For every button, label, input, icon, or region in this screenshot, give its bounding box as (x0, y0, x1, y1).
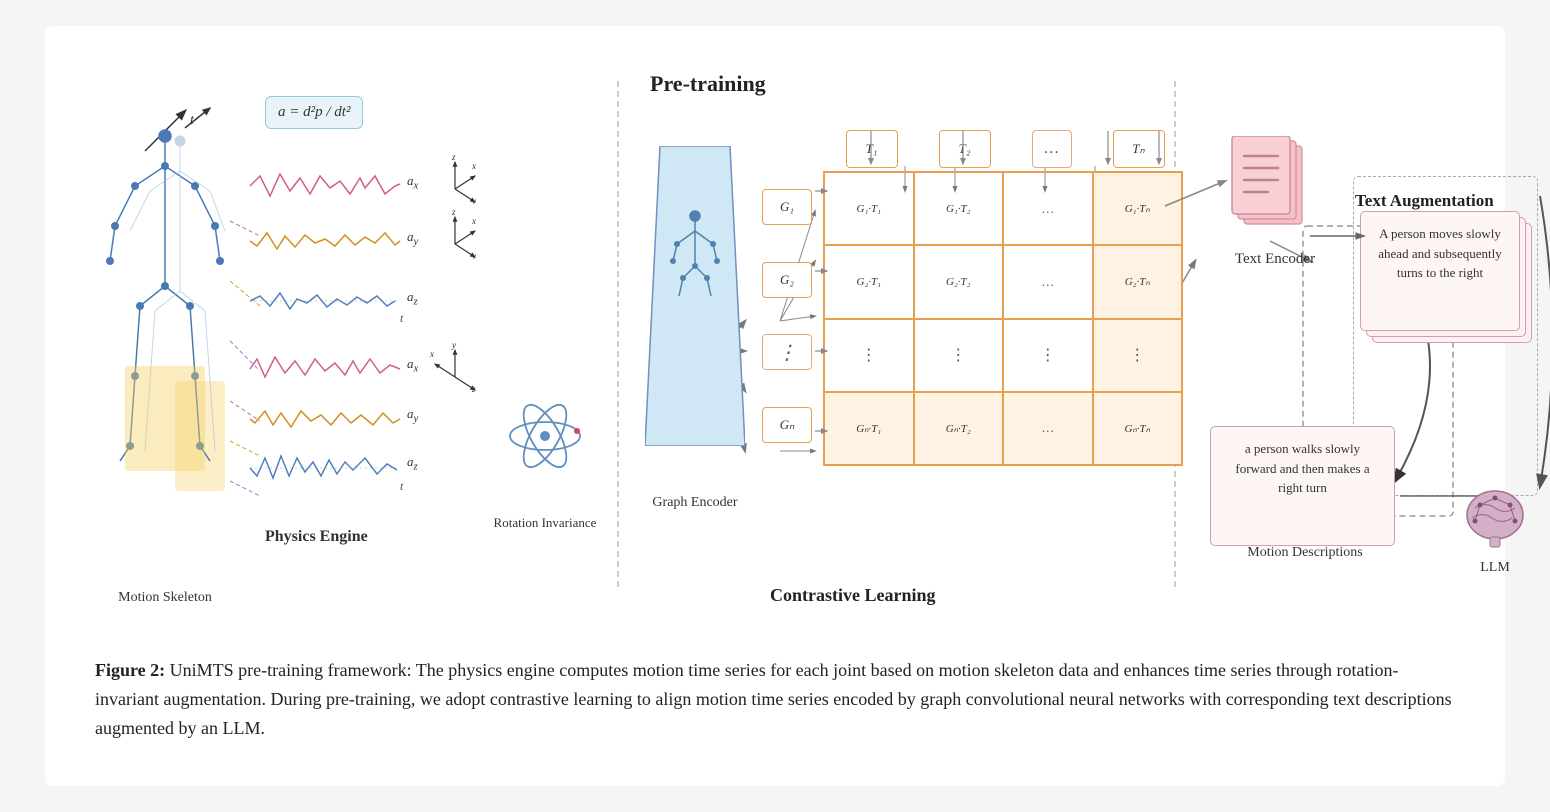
cell-nd: … (1003, 392, 1093, 465)
contrastive-learning-label: Contrastive Learning (770, 585, 936, 606)
cell-12: G₁·T₂ (914, 172, 1004, 245)
wave-ax1 (245, 166, 405, 206)
llm-area: LLM (1450, 483, 1540, 576)
motion-skeleton-label: Motion Skeleton (100, 590, 230, 606)
rotation-invariance-label: Rotation Invariance (475, 515, 615, 531)
page-container: t Motion Skeleton a = d²p / dt² (45, 26, 1505, 786)
physics-waves-area: a = d²p / dt² ax z x y (245, 86, 485, 556)
diagram-area: t Motion Skeleton a = d²p / dt² (85, 56, 1465, 636)
wave-ay2 (245, 401, 405, 436)
cell-11: G₁·T₁ (824, 172, 914, 245)
caption-text: UniMTS pre-training framework: The physi… (95, 660, 1452, 738)
axis-xyz-3: y x z (430, 342, 480, 392)
graph-encoder-area: Graph Encoder (645, 146, 745, 486)
encoder-to-desc-arrow (1305, 211, 1375, 261)
svg-text:x: x (430, 349, 434, 359)
cell-dn: ⋮ (1093, 319, 1183, 392)
caption-label: Figure 2: (95, 660, 165, 680)
augmentation-curve-arrow (1530, 186, 1550, 496)
svg-text:y: y (471, 196, 476, 204)
svg-text:z: z (451, 154, 456, 162)
middle-section: Pre-training (640, 56, 1200, 616)
cell-n2: Gₙ·T₂ (914, 392, 1004, 465)
brain-icon (1460, 483, 1530, 553)
wave-az2 (245, 448, 405, 488)
rotation-invariance-area: Rotation Invariance (485, 396, 605, 526)
cell-22: G₂·T₂ (914, 245, 1004, 318)
doc-stack-icon (1230, 136, 1315, 241)
svg-text:x: x (471, 161, 476, 171)
svg-text:y: y (471, 251, 476, 259)
motion-descriptions-label: Motion Descriptions (1205, 545, 1405, 561)
llm-label: LLM (1450, 560, 1540, 576)
svg-text:y: y (451, 342, 456, 350)
skeleton-inside-encoder (665, 206, 725, 306)
caption-area: Figure 2: UniMTS pre-training framework:… (85, 656, 1465, 742)
matrix-to-encoder-arrow (1160, 156, 1240, 236)
cell-d1: ⋮ (824, 319, 914, 392)
wave-az1 (245, 281, 405, 321)
axis-xyz-1: z x y (430, 154, 480, 204)
svg-text:x: x (471, 216, 476, 226)
g-to-matrix-arrows (755, 156, 835, 466)
formula-box: a = d²p / dt² (265, 96, 363, 129)
cell-2n: G₂·Tₙ (1093, 245, 1183, 318)
wave-ax2 (245, 351, 405, 386)
t-to-matrix-arrows (823, 126, 1183, 176)
matrix-grid: G₁·T₁ G₁·T₂ … G₁·Tₙ G₂·T₁ G₂·T₂ … G₂·Tₙ … (823, 171, 1183, 466)
svg-text:z: z (451, 209, 456, 217)
text-desc-bottom: a person walks slowly forward and then m… (1210, 426, 1395, 546)
cell-dd: ⋮ (1003, 319, 1093, 392)
axis-xyz-2: z x y (430, 209, 480, 259)
text-desc-top-stack: A person moves slowly ahead and subseque… (1360, 211, 1530, 371)
cell-21: G₂·T₁ (824, 245, 914, 318)
cell-d2: ⋮ (914, 319, 1004, 392)
text-augmentation-label: Text Augmentation (1355, 191, 1494, 211)
atom-icon (505, 396, 585, 476)
skeleton-svg: t (95, 86, 235, 526)
svg-text:z: z (471, 384, 476, 392)
left-physics-section: t Motion Skeleton a = d²p / dt² (85, 56, 615, 616)
graph-encoder-label: Graph Encoder (645, 495, 745, 511)
cell-2d: … (1003, 245, 1093, 318)
cell-n1: Gₙ·T₁ (824, 392, 914, 465)
wave-ay1 (245, 221, 405, 261)
cell-nn: Gₙ·Tₙ (1093, 392, 1183, 465)
right-section: Text Encoder A person moves slowly ahead… (1205, 56, 1545, 616)
pretraining-label: Pre-training (650, 71, 766, 97)
physics-engine-label: Physics Engine (265, 528, 368, 546)
cell-1d: … (1003, 172, 1093, 245)
